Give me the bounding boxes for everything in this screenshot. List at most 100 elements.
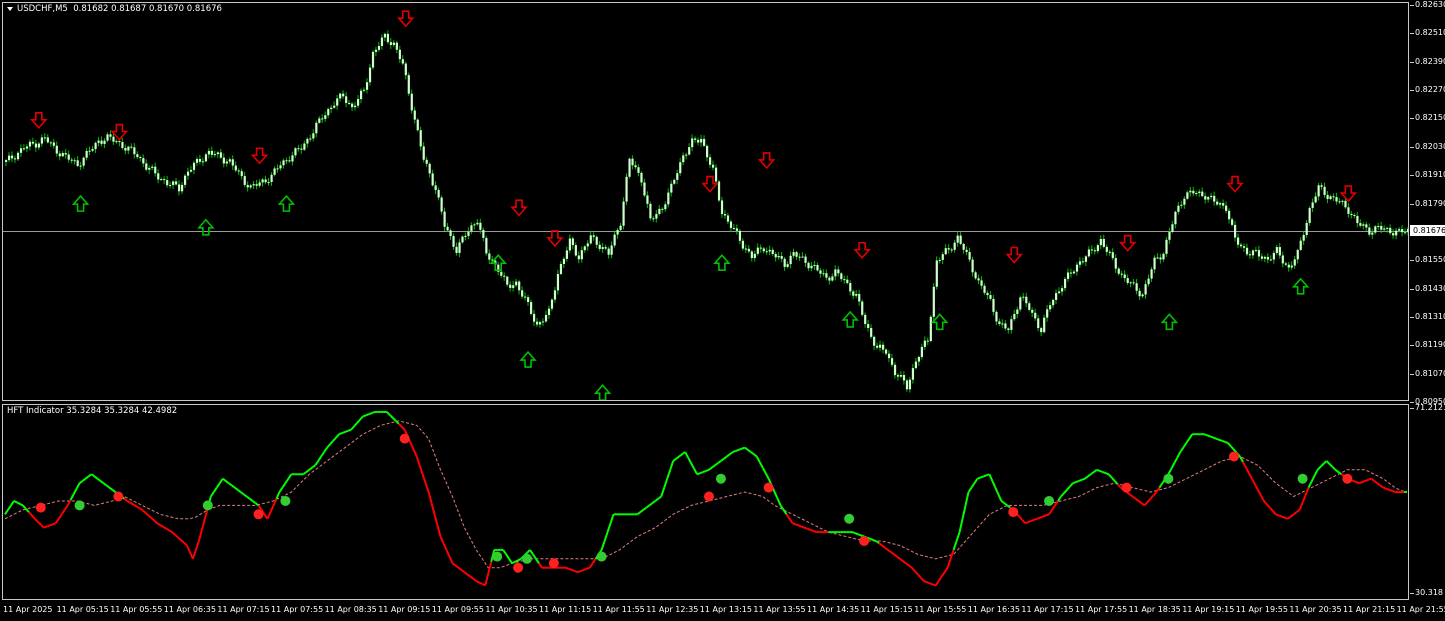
hft-line-segment — [729, 451, 734, 456]
candle-body — [1105, 246, 1108, 252]
candle-body — [1254, 250, 1258, 252]
candle — [189, 165, 193, 173]
hft-line-segment — [186, 545, 191, 553]
candle — [1234, 220, 1237, 242]
hft-line-segment — [645, 504, 650, 509]
hft-line-segment — [714, 462, 719, 467]
candle — [52, 138, 55, 149]
indicator-canvas[interactable] — [3, 405, 1408, 599]
candle-body — [73, 160, 76, 162]
hft-line-segment — [371, 411, 376, 414]
candle — [58, 150, 61, 161]
price-axis[interactable]: 0.82630 0.82510 0.82390 0.82270 0.82150 0.820… — [1410, 0, 1445, 406]
price-chart-pane[interactable]: USDCHF,M5 0.81682 0.81687 0.81670 0.8167… — [2, 2, 1409, 401]
candle — [852, 289, 855, 300]
candle — [127, 145, 130, 155]
candle — [88, 146, 91, 156]
candle-body — [470, 225, 473, 232]
candle-body — [756, 247, 759, 254]
candle — [157, 169, 160, 184]
candle-body — [884, 349, 888, 354]
candle — [282, 158, 285, 169]
candle-body — [464, 235, 467, 237]
indicator-pane[interactable]: HFT Indicator 35.3284 35.3284 42.4982 — [2, 404, 1409, 600]
candle-body — [1126, 278, 1129, 283]
price-tick-label: 0.82150 — [1415, 113, 1445, 123]
hft-line-segment — [81, 477, 87, 482]
candle-body — [819, 270, 822, 274]
hft-line-segment — [702, 469, 707, 473]
candle — [40, 134, 43, 147]
candle — [1108, 249, 1111, 256]
time-tick-label: 11 Apr 17:55 — [1075, 605, 1128, 614]
hft-line-segment — [1105, 472, 1110, 476]
hft-line-segment — [1259, 494, 1265, 502]
hft-line-segment — [180, 539, 185, 544]
hft-line-segment — [87, 473, 93, 478]
candle — [1111, 248, 1114, 261]
candle-body — [589, 235, 592, 244]
indicator-axis[interactable]: 71.2121 30.318 — [1410, 403, 1445, 600]
candle — [82, 156, 85, 169]
candle-body — [312, 133, 315, 139]
candle — [756, 243, 759, 256]
hft-line-segment — [776, 498, 782, 506]
candle-body — [521, 290, 524, 297]
candle-body — [1183, 198, 1186, 205]
candle — [1090, 245, 1094, 255]
chart-menu-icon[interactable] — [7, 6, 13, 11]
hft-line-segment — [1176, 451, 1182, 459]
candle — [121, 137, 124, 150]
candle-body — [1317, 185, 1320, 197]
candle-body — [291, 155, 294, 162]
candle-body — [759, 247, 762, 249]
candle — [321, 114, 324, 123]
candle-body — [79, 165, 82, 167]
candle-body — [1195, 192, 1198, 194]
candle-body — [204, 154, 208, 162]
candle — [348, 100, 351, 106]
time-tick-label: 11 Apr 06:35 — [163, 605, 216, 614]
candle-body — [1198, 191, 1201, 193]
time-tick-label: 11 Apr 09:55 — [431, 605, 484, 614]
hft-line-segment — [1084, 475, 1089, 480]
candle-body — [19, 148, 23, 153]
candle — [488, 249, 491, 264]
candle-body — [750, 251, 753, 258]
hft-line-segment — [887, 549, 892, 553]
candle-body — [810, 265, 813, 269]
hft-line-segment — [940, 571, 946, 578]
candle-body — [941, 254, 944, 260]
price-chart-canvas[interactable] — [3, 3, 1408, 400]
candle — [1198, 189, 1201, 198]
candle-body — [85, 150, 88, 158]
candle — [1069, 268, 1073, 278]
time-axis[interactable]: 11 Apr 2025 11 Apr 05:15 11 Apr 05:55 11 Ap… — [0, 602, 1445, 621]
candle — [795, 251, 798, 260]
candle — [559, 261, 563, 276]
candle — [959, 232, 962, 246]
sell-dot-icon — [1342, 473, 1353, 484]
candle-body — [774, 254, 777, 258]
candle-body — [732, 227, 736, 229]
hft-line-segment — [741, 446, 746, 450]
candle — [195, 156, 199, 166]
candle — [94, 141, 97, 153]
price-tick-mark — [1410, 146, 1414, 148]
candle-body — [1278, 247, 1281, 256]
candle — [1210, 192, 1213, 200]
candle — [1043, 314, 1046, 334]
candle — [306, 137, 309, 148]
candle-body — [1108, 251, 1111, 253]
candle — [1284, 261, 1287, 267]
time-tick-label: 11 Apr 15:15 — [860, 605, 913, 614]
candle — [401, 55, 404, 66]
hft-line-segment — [389, 414, 394, 419]
hft-line-segment — [150, 517, 155, 522]
candle-body — [1102, 238, 1105, 247]
candle-body — [348, 102, 351, 104]
candle — [917, 355, 921, 366]
candle-body — [1272, 252, 1275, 260]
time-tick-label: 11 Apr 21:55 — [1396, 605, 1445, 614]
candle — [1129, 281, 1132, 288]
